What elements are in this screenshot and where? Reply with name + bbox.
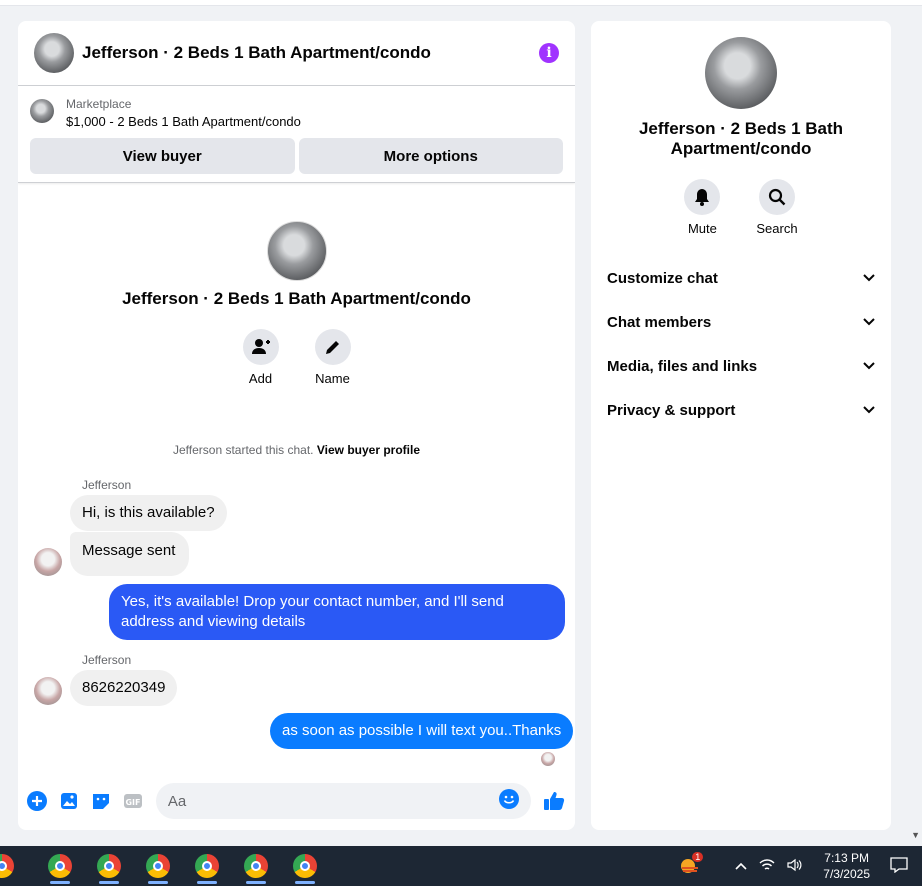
chevron-up-icon[interactable] — [735, 859, 747, 873]
listing-avatar[interactable] — [34, 33, 74, 73]
chrome-icon — [293, 854, 317, 878]
pencil-icon[interactable] — [314, 329, 351, 365]
name-label: Name — [315, 371, 350, 386]
taskbar-chrome[interactable] — [89, 846, 129, 886]
chat-title[interactable]: Jefferson · 2 Beds 1 Bath Apartment/cond… — [82, 43, 539, 63]
wifi-icon[interactable] — [759, 858, 775, 875]
menu-customize-chat[interactable]: Customize chat — [591, 256, 891, 300]
clock-date: 7/3/2025 — [823, 867, 870, 881]
sender-avatar[interactable] — [34, 548, 62, 576]
name-button[interactable]: Name — [314, 329, 351, 386]
menu-media-files-links[interactable]: Media, files and links — [591, 344, 891, 388]
chrome-icon — [97, 854, 121, 878]
chevron-down-icon — [863, 406, 875, 414]
clock[interactable]: 7:13 PM 7/3/2025 — [823, 850, 870, 882]
chevron-down-icon — [863, 362, 875, 370]
sender-name: Jefferson — [82, 478, 132, 492]
marketplace-label: Marketplace — [66, 97, 132, 111]
system-note: Jefferson started this chat. View buyer … — [172, 443, 421, 457]
photo-icon[interactable] — [58, 790, 80, 812]
weather-icon[interactable]: 1 — [679, 851, 704, 877]
details-title: Jefferson · 2 Beds 1 Bath Apartment/cond… — [638, 119, 844, 158]
thumbs-up-icon[interactable] — [543, 790, 565, 812]
message-bubble-outgoing[interactable]: as soon as possible I will text you..Tha… — [270, 713, 574, 749]
message-bubble-outgoing[interactable]: Yes, it's available! Drop your contact n… — [109, 584, 565, 640]
add-label: Add — [248, 371, 273, 386]
taskbar-chrome[interactable] — [285, 846, 325, 886]
info-icon[interactable]: i — [539, 43, 559, 63]
taskbar: 1 7:13 PM 7/3/2025 — [0, 846, 922, 886]
message-input[interactable]: Aa — [155, 783, 532, 819]
view-buyer-profile-link[interactable]: View buyer profile — [317, 443, 420, 457]
speaker-icon[interactable] — [787, 858, 803, 875]
bell-icon[interactable] — [684, 179, 721, 215]
taskbar-chrome[interactable] — [138, 846, 178, 886]
intro-title: Jefferson · 2 Beds 1 Bath Apartment/cond… — [122, 289, 471, 308]
mute-label: Mute — [687, 221, 717, 236]
marketplace-banner: Marketplace $1,000 - 2 Beds 1 Bath Apart… — [18, 86, 575, 183]
chrome-icon — [0, 854, 14, 878]
intro-avatar — [266, 221, 327, 281]
taskbar-chrome[interactable] — [0, 846, 24, 886]
plus-icon[interactable] — [26, 790, 48, 812]
seen-avatar — [541, 752, 555, 766]
emoji-icon[interactable] — [499, 788, 520, 814]
taskbar-chrome[interactable] — [40, 846, 80, 886]
sender-name: Jefferson — [82, 653, 132, 667]
browser-top-edge — [0, 0, 922, 6]
mute-button[interactable]: Mute — [684, 179, 721, 236]
chrome-icon — [244, 854, 268, 878]
scroll-down-arrow[interactable]: ▼ — [911, 830, 920, 840]
search-button[interactable]: Search — [756, 179, 798, 236]
clock-time: 7:13 PM — [824, 851, 869, 865]
menu-chat-members[interactable]: Chat members — [591, 300, 891, 344]
more-options-button[interactable]: More options — [298, 138, 563, 174]
chrome-icon — [146, 854, 170, 878]
chevron-down-icon — [863, 318, 875, 326]
chevron-down-icon — [863, 274, 875, 282]
svg-text:GIF: GIF — [125, 798, 140, 807]
add-button[interactable]: Add — [242, 329, 279, 386]
details-avatar[interactable] — [705, 37, 777, 109]
chat-details-panel: Jefferson · 2 Beds 1 Bath Apartment/cond… — [591, 21, 891, 830]
message-composer: GIF Aa — [18, 781, 575, 821]
sticker-icon[interactable] — [90, 790, 112, 812]
taskbar-chrome[interactable] — [187, 846, 227, 886]
listing-summary[interactable]: $1,000 - 2 Beds 1 Bath Apartment/condo — [66, 112, 301, 132]
taskbar-chrome[interactable] — [236, 846, 276, 886]
notification-badge: 1 — [692, 851, 704, 862]
notification-center-icon[interactable] — [890, 856, 908, 876]
chrome-icon — [48, 854, 72, 878]
search-label: Search — [756, 221, 798, 236]
gif-icon[interactable]: GIF — [122, 790, 144, 812]
chat-header: Jefferson · 2 Beds 1 Bath Apartment/cond… — [18, 21, 575, 86]
chat-panel: Jefferson · 2 Beds 1 Bath Apartment/cond… — [18, 21, 575, 830]
sender-avatar[interactable] — [34, 677, 62, 705]
message-bubble[interactable]: 8626220349 — [70, 670, 178, 706]
view-buyer-button[interactable]: View buyer — [30, 138, 295, 174]
search-icon[interactable] — [758, 179, 795, 215]
add-person-icon[interactable] — [242, 329, 279, 365]
chrome-icon — [195, 854, 219, 878]
system-tray: 1 7:13 PM 7/3/2025 — [673, 846, 922, 886]
message-bubble[interactable]: Message sent — [70, 532, 190, 576]
message-bubble[interactable]: Hi, is this available? — [70, 495, 227, 531]
details-menu: Customize chat Chat members Media, files… — [591, 256, 891, 432]
listing-thumbnail[interactable] — [30, 99, 54, 123]
menu-privacy-support[interactable]: Privacy & support — [591, 388, 891, 432]
chat-intro: Jefferson · 2 Beds 1 Bath Apartment/cond… — [18, 221, 575, 386]
